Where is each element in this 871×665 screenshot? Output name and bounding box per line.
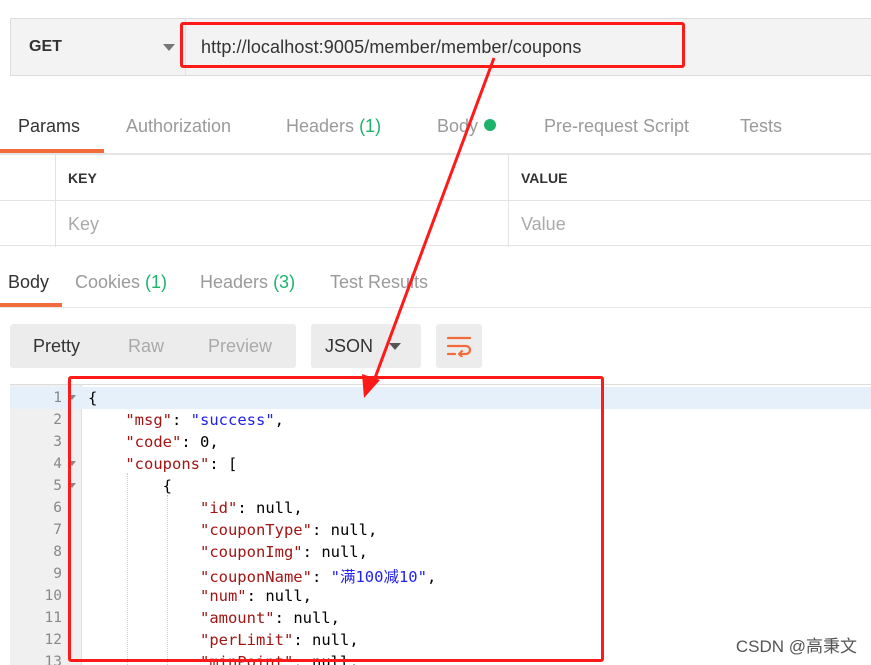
language-label: JSON <box>325 335 374 356</box>
value-column-header: VALUE <box>521 169 568 186</box>
tab-authorization[interactable]: Authorization <box>126 116 231 137</box>
language-select[interactable]: JSON <box>311 324 421 368</box>
checkbox-column-header <box>0 155 56 200</box>
response-tabs: Body Cookies (1) Headers (3) Test Result… <box>0 262 871 308</box>
request-tabs: Params Authorization Headers (1) Body Pr… <box>0 100 871 152</box>
response-headers-count-badge: (3) <box>273 272 296 292</box>
watermark: CSDN @高秉文 <box>735 637 857 656</box>
response-highlight-box <box>68 376 604 662</box>
params-row: Key Value <box>0 201 871 247</box>
raw-button[interactable]: Raw <box>128 324 164 368</box>
method-label: GET <box>29 38 62 55</box>
line-number: 3 <box>53 434 62 450</box>
line-number: 2 <box>53 412 62 428</box>
response-tab-body[interactable]: Body <box>8 272 49 293</box>
preview-button[interactable]: Preview <box>208 324 272 368</box>
response-tabs-divider <box>0 307 871 308</box>
line-number: 10 <box>44 588 62 604</box>
line-number: 12 <box>44 632 62 648</box>
wrap-lines-button[interactable] <box>436 324 482 368</box>
headers-count-badge: (1) <box>359 116 382 136</box>
line-number: 13 <box>44 654 62 665</box>
param-value-input[interactable]: Value <box>509 201 871 247</box>
chevron-down-icon <box>389 343 401 350</box>
line-number: 4 <box>53 456 62 472</box>
tab-headers[interactable]: Headers (1) <box>286 116 381 137</box>
response-tab-cookies[interactable]: Cookies (1) <box>75 272 167 293</box>
param-key-input[interactable]: Key <box>56 201 509 247</box>
line-number: 9 <box>53 566 62 582</box>
tab-body-label: Body <box>437 116 479 136</box>
line-number: 8 <box>53 544 62 560</box>
tab-headers-label: Headers <box>286 116 355 136</box>
format-button-group: Pretty Raw Preview <box>10 324 296 368</box>
response-headers-label: Headers <box>200 272 269 292</box>
cookies-label: Cookies <box>75 272 141 292</box>
body-indicator-dot-icon <box>484 119 497 131</box>
tab-tests[interactable]: Tests <box>740 116 782 137</box>
line-number: 7 <box>53 522 62 538</box>
method-select[interactable]: GET <box>11 19 186 75</box>
response-tab-test-results[interactable]: Test Results <box>330 272 428 293</box>
pretty-button[interactable]: Pretty <box>33 324 80 368</box>
params-table: KEY VALUE Key Value <box>0 154 871 247</box>
cookies-count-badge: (1) <box>145 272 168 292</box>
url-highlight-box <box>180 22 685 68</box>
param-checkbox[interactable] <box>0 201 56 247</box>
tab-prerequest-script[interactable]: Pre-request Script <box>544 116 689 137</box>
response-tab-headers[interactable]: Headers (3) <box>200 272 295 293</box>
wrap-lines-icon <box>446 336 472 357</box>
tab-body[interactable]: Body <box>437 116 497 137</box>
tab-params[interactable]: Params <box>18 116 80 137</box>
key-column-header: KEY <box>56 155 509 200</box>
line-number: 11 <box>44 610 62 626</box>
chevron-down-icon <box>163 44 175 51</box>
line-number: 5 <box>53 478 62 494</box>
line-number: 1 <box>53 390 62 406</box>
params-header-row: KEY VALUE <box>0 155 871 201</box>
line-number: 6 <box>53 500 62 516</box>
